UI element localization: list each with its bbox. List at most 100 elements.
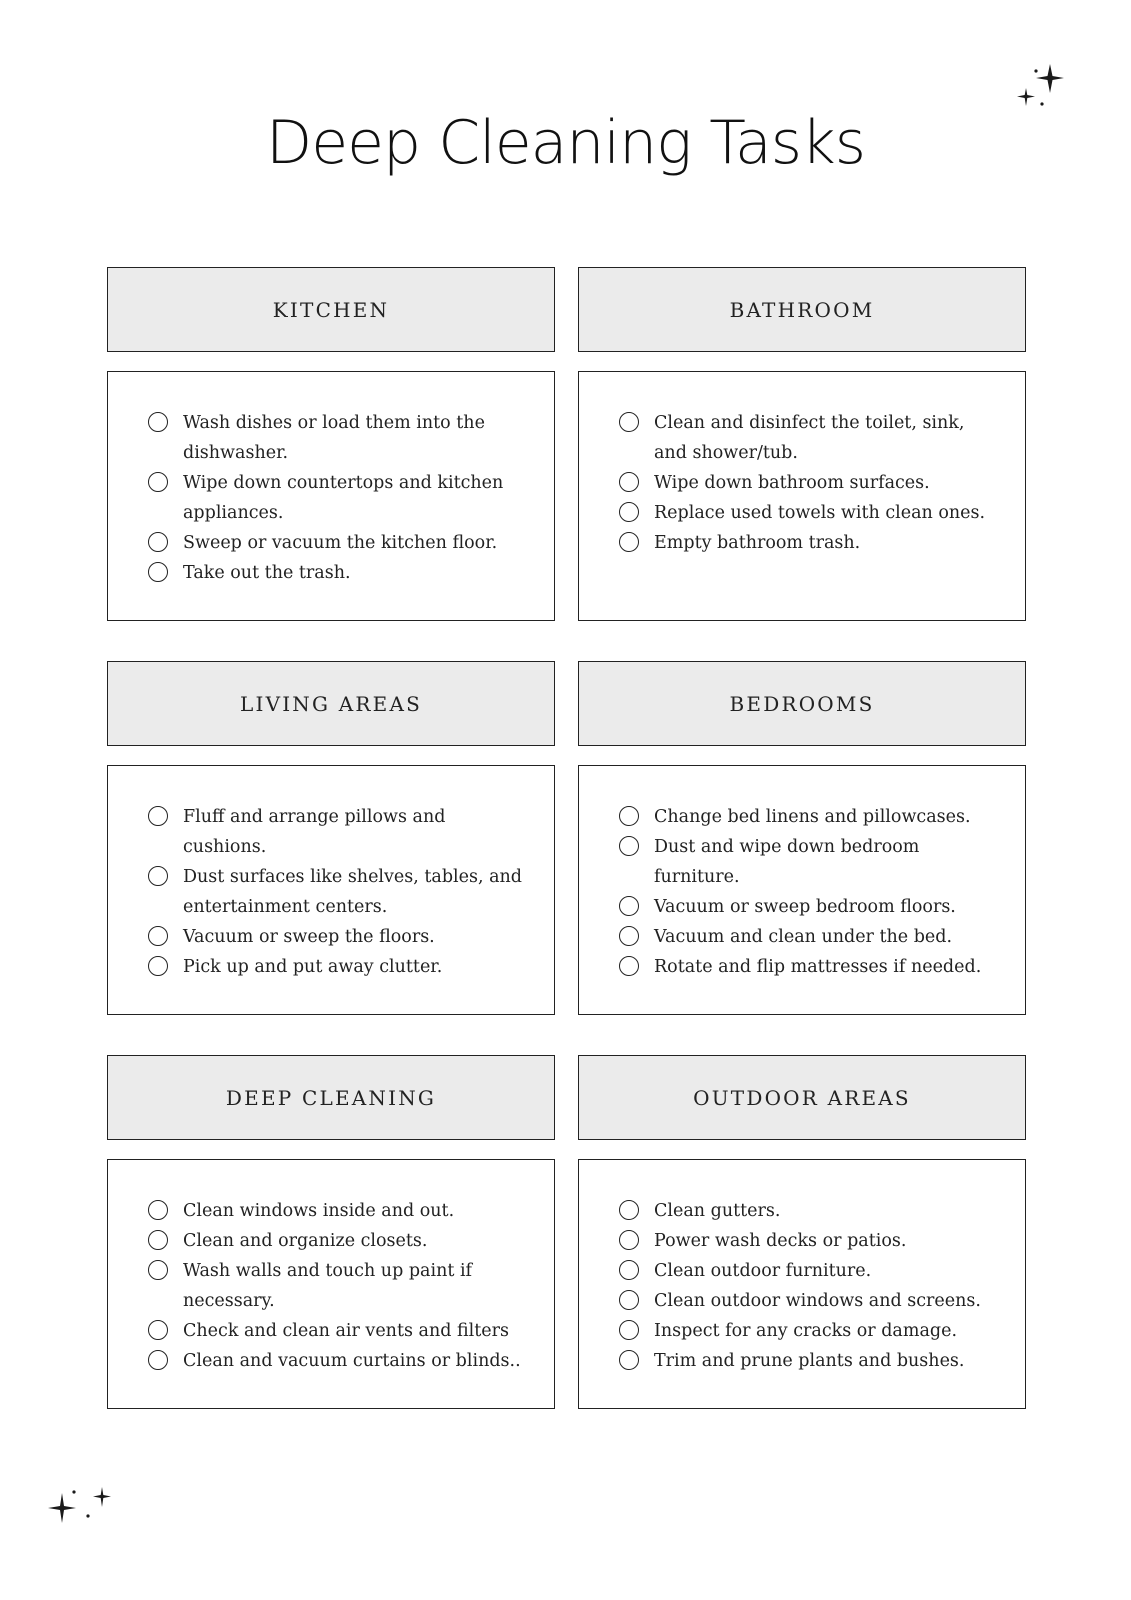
- circle-checkbox-icon[interactable]: [148, 1350, 168, 1370]
- circle-checkbox-icon[interactable]: [148, 1200, 168, 1220]
- section-header-living-areas: LIVING AREAS: [107, 661, 555, 746]
- task-item: Clean outdoor furniture.: [619, 1256, 995, 1286]
- task-label: Replace used towels with clean ones.: [654, 503, 986, 523]
- task-item: Empty bathroom trash.: [619, 528, 995, 558]
- section-heading: BEDROOMS: [729, 691, 875, 716]
- section-header-bathroom: BATHROOM: [578, 267, 1026, 352]
- task-item: Wash walls and touch up paint if necessa…: [148, 1256, 524, 1316]
- circle-checkbox-icon[interactable]: [619, 1200, 639, 1220]
- task-label: Dust and wipe down bedroom furniture.: [654, 837, 920, 887]
- sparkles-icon: [1017, 64, 1064, 106]
- circle-checkbox-icon[interactable]: [619, 836, 639, 856]
- task-label: Trim and prune plants and bushes.: [654, 1351, 965, 1371]
- task-list: Change bed linens and pillowcases. Dust a…: [619, 802, 995, 982]
- task-item: Vacuum and clean under the bed.: [619, 922, 995, 952]
- task-label: Take out the trash.: [183, 563, 351, 583]
- task-label: Wash dishes or load them into the dishwa…: [183, 413, 485, 463]
- task-list: Wash dishes or load them into the dishwa…: [148, 408, 524, 588]
- task-list: Clean and disinfect the toilet, sink, an…: [619, 408, 995, 558]
- circle-checkbox-icon[interactable]: [619, 502, 639, 522]
- section-task-list-living-areas: Fluff and arrange pillows and cushions. D…: [107, 765, 555, 1015]
- task-item: Trim and prune plants and bushes.: [619, 1346, 995, 1376]
- page-title: Deep Cleaning Tasks: [266, 108, 866, 178]
- task-item: Wipe down countertops and kitchen applia…: [148, 468, 524, 528]
- circle-checkbox-icon[interactable]: [148, 1260, 168, 1280]
- task-list: Clean windows inside and out. Clean and o…: [148, 1196, 524, 1376]
- task-item: Clean and vacuum curtains or blinds..: [148, 1346, 524, 1376]
- task-item: Vacuum or sweep bedroom floors.: [619, 892, 995, 922]
- task-label: Clean outdoor windows and screens.: [654, 1291, 981, 1311]
- task-label: Wipe down bathroom surfaces.: [654, 473, 930, 493]
- circle-checkbox-icon[interactable]: [619, 1260, 639, 1280]
- circle-checkbox-icon[interactable]: [148, 562, 168, 582]
- task-label: Clean and organize closets.: [183, 1231, 428, 1251]
- task-label: Rotate and flip mattresses if needed.: [654, 957, 982, 977]
- task-label: Inspect for any cracks or damage.: [654, 1321, 958, 1341]
- task-label: Vacuum and clean under the bed.: [654, 927, 953, 947]
- circle-checkbox-icon[interactable]: [619, 1320, 639, 1340]
- task-label: Sweep or vacuum the kitchen floor.: [183, 533, 498, 553]
- task-label: Check and clean air vents and filters: [183, 1321, 509, 1341]
- task-label: Power wash decks or patios.: [654, 1231, 907, 1251]
- task-item: Inspect for any cracks or damage.: [619, 1316, 995, 1346]
- circle-checkbox-icon[interactable]: [148, 532, 168, 552]
- section-task-list-bedrooms: Change bed linens and pillowcases. Dust a…: [578, 765, 1026, 1015]
- task-label: Vacuum or sweep bedroom floors.: [654, 897, 956, 917]
- section-heading: BATHROOM: [729, 297, 875, 322]
- task-item: Take out the trash.: [148, 558, 524, 588]
- task-item: Clean outdoor windows and screens.: [619, 1286, 995, 1316]
- circle-checkbox-icon[interactable]: [619, 532, 639, 552]
- circle-checkbox-icon[interactable]: [619, 412, 639, 432]
- task-label: Clean outdoor furniture.: [654, 1261, 872, 1281]
- task-label: Clean and disinfect the toilet, sink, an…: [654, 413, 965, 463]
- task-item: Dust surfaces like shelves, tables, and …: [148, 862, 524, 922]
- section-header-outdoor-areas: OUTDOOR AREAS: [578, 1055, 1026, 1140]
- circle-checkbox-icon[interactable]: [619, 1350, 639, 1370]
- task-label: Wipe down countertops and kitchen applia…: [183, 473, 504, 523]
- circle-checkbox-icon[interactable]: [619, 1290, 639, 1310]
- task-item: Rotate and flip mattresses if needed.: [619, 952, 995, 982]
- circle-checkbox-icon[interactable]: [619, 926, 639, 946]
- task-item: Clean and organize closets.: [148, 1226, 524, 1256]
- section-heading: KITCHEN: [272, 297, 390, 322]
- circle-checkbox-icon[interactable]: [619, 1230, 639, 1250]
- circle-checkbox-icon[interactable]: [619, 956, 639, 976]
- circle-checkbox-icon[interactable]: [148, 1320, 168, 1340]
- circle-checkbox-icon[interactable]: [619, 472, 639, 492]
- section-header-deep-cleaning: DEEP CLEANING: [107, 1055, 555, 1140]
- circle-checkbox-icon[interactable]: [148, 926, 168, 946]
- task-label: Clean gutters.: [654, 1201, 781, 1221]
- task-label: Clean windows inside and out.: [183, 1201, 455, 1221]
- circle-checkbox-icon[interactable]: [148, 472, 168, 492]
- section-header-bedrooms: BEDROOMS: [578, 661, 1026, 746]
- task-item: Change bed linens and pillowcases.: [619, 802, 995, 832]
- task-list: Fluff and arrange pillows and cushions. D…: [148, 802, 524, 982]
- section-heading: LIVING AREAS: [239, 691, 422, 716]
- task-label: Wash walls and touch up paint if necessa…: [183, 1261, 473, 1311]
- circle-checkbox-icon[interactable]: [148, 412, 168, 432]
- task-label: Fluff and arrange pillows and cushions.: [183, 807, 446, 857]
- task-item: Replace used towels with clean ones.: [619, 498, 995, 528]
- task-label: Change bed linens and pillowcases.: [654, 807, 971, 827]
- circle-checkbox-icon[interactable]: [148, 866, 168, 886]
- section-task-list-kitchen: Wash dishes or load them into the dishwa…: [107, 371, 555, 621]
- sparkles-icon: [48, 1487, 111, 1523]
- task-list: Clean gutters. Power wash decks or patios…: [619, 1196, 995, 1376]
- task-item: Vacuum or sweep the floors.: [148, 922, 524, 952]
- section-task-list-deep-cleaning: Clean windows inside and out. Clean and o…: [107, 1159, 555, 1409]
- task-item: Clean and disinfect the toilet, sink, an…: [619, 408, 995, 468]
- task-item: Fluff and arrange pillows and cushions.: [148, 802, 524, 862]
- section-task-list-outdoor-areas: Clean gutters. Power wash decks or patios…: [578, 1159, 1026, 1409]
- section-heading: OUTDOOR AREAS: [693, 1085, 911, 1110]
- circle-checkbox-icon[interactable]: [619, 896, 639, 916]
- circle-checkbox-icon[interactable]: [148, 956, 168, 976]
- task-item: Sweep or vacuum the kitchen floor.: [148, 528, 524, 558]
- task-item: Dust and wipe down bedroom furniture.: [619, 832, 995, 892]
- circle-checkbox-icon[interactable]: [148, 806, 168, 826]
- task-label: Pick up and put away clutter.: [183, 957, 443, 977]
- circle-checkbox-icon[interactable]: [619, 806, 639, 826]
- task-label: Empty bathroom trash.: [654, 533, 861, 553]
- circle-checkbox-icon[interactable]: [148, 1230, 168, 1250]
- task-item: Wash dishes or load them into the dishwa…: [148, 408, 524, 468]
- task-item: Check and clean air vents and filters: [148, 1316, 524, 1346]
